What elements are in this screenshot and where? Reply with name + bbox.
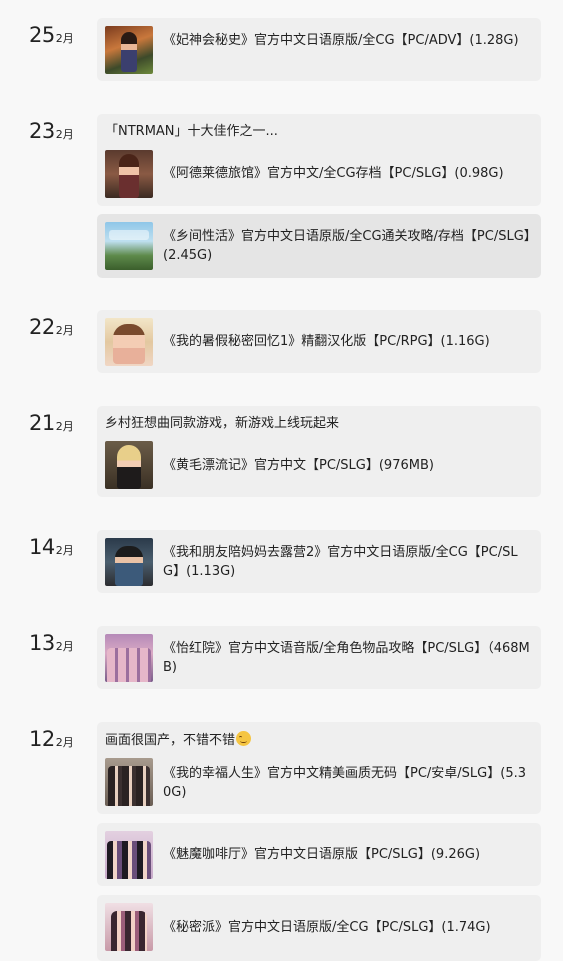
thumbnail-image[interactable] (105, 634, 153, 682)
post-card[interactable]: 《我和朋友陪妈妈去露营2》官方中文日语原版/全CG【PC/SLG】(1.13G) (97, 530, 541, 593)
date-day: 25 (29, 23, 55, 47)
date-month: 2月 (55, 324, 74, 337)
post-card[interactable]: 乡村狂想曲同款游戏，新游戏上线玩起来 《黄毛漂流记》官方中文【PC/SLG】(9… (97, 406, 541, 497)
post-title[interactable]: 《乡间性活》官方中文日语原版/全CG通关攻略/存档【PC/SLG】(2.45G) (163, 227, 531, 265)
post-card[interactable]: 《乡间性活》官方中文日语原版/全CG通关攻略/存档【PC/SLG】(2.45G) (97, 214, 541, 278)
post-card[interactable]: 《我的暑假秘密回忆1》精翻汉化版【PC/RPG】(1.16G) (97, 310, 541, 373)
date-label: 23 2月 (29, 116, 74, 146)
date-day: 12 (29, 727, 55, 751)
post-title[interactable]: 《我和朋友陪妈妈去露营2》官方中文日语原版/全CG【PC/SLG】(1.13G) (163, 543, 531, 581)
post-card[interactable]: 《怡红院》官方中文语音版/全角色物品攻略【PC/SLG】（468MB) (97, 626, 541, 689)
post-card[interactable]: 《魅魔咖啡厅》官方中文日语原版【PC/SLG】(9.26G) (97, 823, 541, 886)
post-card[interactable]: 《秘密派》官方中文日语原版/全CG【PC/SLG】(1.74G) (97, 895, 541, 961)
date-label: 13 2月 (29, 628, 74, 658)
post-note: 乡村狂想曲同款游戏，新游戏上线玩起来 (105, 416, 340, 431)
thumbnail-image[interactable] (105, 26, 153, 74)
date-day: 22 (29, 315, 55, 339)
date-label: 25 2月 (29, 20, 74, 50)
date-label: 14 2月 (29, 532, 74, 562)
date-month: 2月 (55, 128, 74, 141)
post-title[interactable]: 《秘密派》官方中文日语原版/全CG【PC/SLG】(1.74G) (163, 918, 531, 937)
smiling-emoji-icon (236, 731, 252, 746)
post-note: 画面很国产，不错不错 (105, 731, 252, 750)
post-title[interactable]: 《我的暑假秘密回忆1》精翻汉化版【PC/RPG】(1.16G) (163, 332, 531, 351)
date-label: 22 2月 (29, 312, 74, 342)
date-label: 21 2月 (29, 408, 74, 438)
post-card[interactable]: 画面很国产，不错不错 《我的幸福人生》官方中文精美画质无码【PC/安卓/SLG】… (97, 722, 541, 814)
post-title[interactable]: 《魅魔咖啡厅》官方中文日语原版【PC/SLG】(9.26G) (163, 845, 531, 864)
thumbnail-image[interactable] (105, 222, 153, 270)
date-month: 2月 (55, 736, 74, 749)
thumbnail-image[interactable] (105, 831, 153, 879)
thumbnail-image[interactable] (105, 318, 153, 366)
post-note-text: 画面很国产，不错不错 (105, 733, 236, 748)
thumbnail-image[interactable] (105, 150, 153, 198)
date-month: 2月 (55, 544, 74, 557)
thumbnail-image[interactable] (105, 758, 153, 806)
thumbnail-image[interactable] (105, 538, 153, 586)
date-day: 21 (29, 411, 55, 435)
date-day: 13 (29, 631, 55, 655)
thumbnail-image[interactable] (105, 441, 153, 489)
post-title[interactable]: 《怡红院》官方中文语音版/全角色物品攻略【PC/SLG】（468MB) (163, 639, 531, 677)
date-month: 2月 (55, 32, 74, 45)
thumbnail-image[interactable] (105, 903, 153, 951)
post-title[interactable]: 《妃神会秘史》官方中文日语原版/全CG【PC/ADV】(1.28G) (163, 31, 531, 50)
post-card[interactable]: 「NTRMAN」十大佳作之一... 《阿德莱德旅馆》官方中文/全CG存档【PC/… (97, 114, 541, 206)
post-title[interactable]: 《我的幸福人生》官方中文精美画质无码【PC/安卓/SLG】(5.30G) (163, 764, 531, 802)
date-month: 2月 (55, 640, 74, 653)
post-note: 「NTRMAN」十大佳作之一... (105, 124, 278, 139)
post-title[interactable]: 《阿德莱德旅馆》官方中文/全CG存档【PC/SLG】(0.98G) (163, 164, 531, 183)
post-card[interactable]: 《妃神会秘史》官方中文日语原版/全CG【PC/ADV】(1.28G) (97, 18, 541, 81)
date-label: 12 2月 (29, 724, 74, 754)
date-day: 14 (29, 535, 55, 559)
date-day: 23 (29, 119, 55, 143)
post-title[interactable]: 《黄毛漂流记》官方中文【PC/SLG】(976MB) (163, 456, 531, 475)
date-month: 2月 (55, 420, 74, 433)
